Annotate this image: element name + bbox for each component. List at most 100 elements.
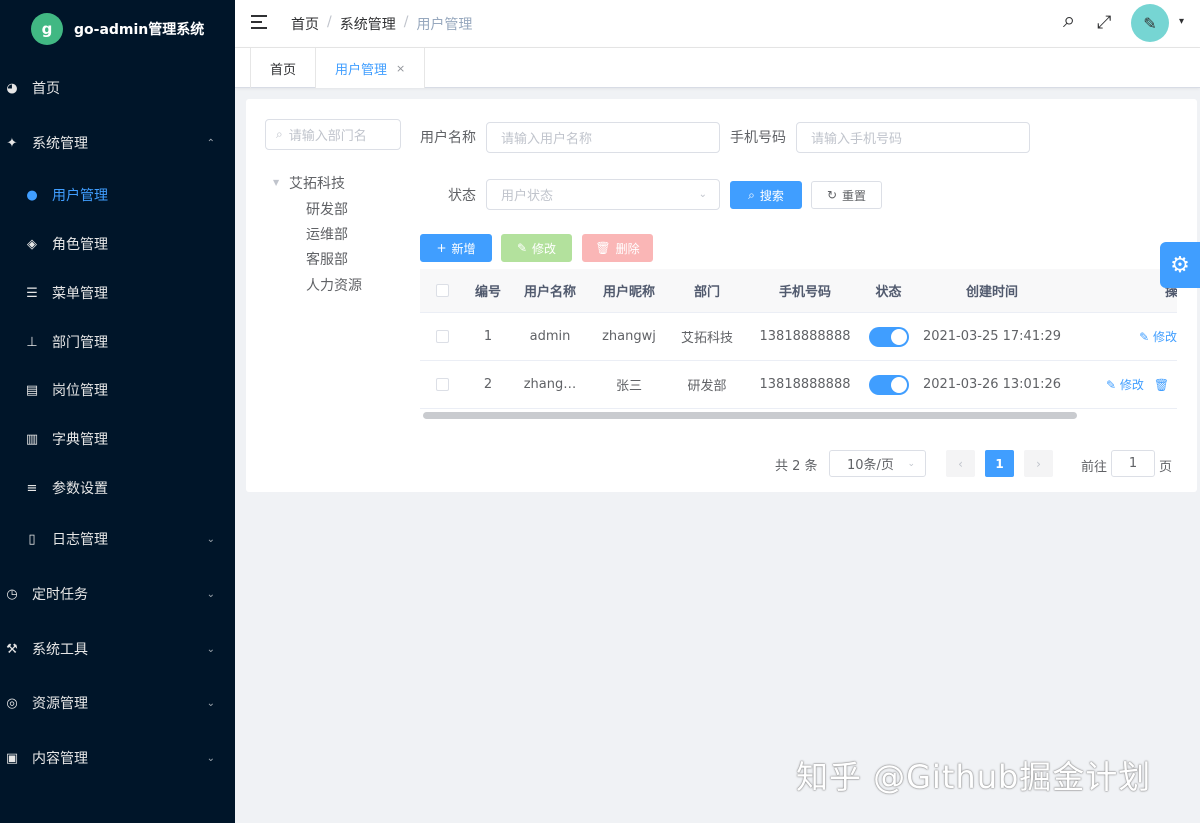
dept-search-placeholder: 请输入部门名 <box>288 129 367 144</box>
chevron-left-icon: ‹ <box>958 456 963 471</box>
sidebar-item-dictionary[interactable]: ▥ 字典管理 <box>0 427 235 451</box>
goto-page-input[interactable]: 1 <box>1111 450 1155 477</box>
table-row[interactable]: 2 zhang… 张三 研发部 13818888888 2021-03-26 1… <box>420 361 1177 409</box>
sidebar-item-roles[interactable]: ◈ 角色管理 <box>0 232 235 256</box>
sidebar-item-label: 内容管理 <box>32 751 88 767</box>
row-checkbox[interactable] <box>420 313 465 360</box>
cell-created: 2021-03-25 17:41:29 <box>922 329 1062 344</box>
post-icon: ▤ <box>25 382 39 398</box>
row-checkbox[interactable] <box>420 361 465 408</box>
search-icon: ⌕ <box>276 127 283 141</box>
status-select[interactable]: 用户状态 ⌄ <box>486 179 720 210</box>
close-icon[interactable]: × <box>396 62 405 75</box>
hamburger-icon[interactable] <box>251 14 269 30</box>
sidebar-item-label: 字典管理 <box>52 432 108 448</box>
log-icon: ▯ <box>28 531 36 547</box>
goto-label: 前往 <box>1081 460 1108 475</box>
sidebar-item-home[interactable]: ◕ 首页 <box>0 76 235 100</box>
sidebar-item-tools[interactable]: ⚒ 系统工具 ⌄ <box>0 637 235 661</box>
tree-node[interactable]: 客服部 <box>306 249 348 269</box>
sidebar-item-users[interactable]: ● 用户管理 <box>0 183 235 207</box>
tag-user-management[interactable]: 用户管理 × <box>316 48 425 88</box>
prev-page-button[interactable]: ‹ <box>946 450 975 477</box>
sidebar-item-logs[interactable]: ▯ 日志管理 ⌄ <box>0 527 235 551</box>
trash-icon: 🗑 <box>595 241 611 255</box>
sidebar-item-menus[interactable]: ☰ 菜单管理 <box>0 281 235 305</box>
search-button[interactable]: ⌕ 搜索 <box>730 181 802 209</box>
clock-icon: ◷ <box>6 586 18 602</box>
sidebar-item-params[interactable]: ≡ 参数设置 <box>0 476 235 500</box>
search-icon[interactable]: ⌕ <box>1063 8 1075 33</box>
cell-username: zhang… <box>523 377 577 392</box>
breadcrumb-system[interactable]: 系统管理 <box>340 14 396 34</box>
avatar[interactable]: ✎ <box>1131 4 1169 42</box>
add-button[interactable]: + 新增 <box>420 234 492 262</box>
breadcrumb-current: 用户管理 <box>416 17 473 33</box>
fullscreen-icon[interactable]: ⤢ <box>1097 12 1111 33</box>
edit-button[interactable]: ✎ 修改 <box>501 234 572 262</box>
goto-page-value: 1 <box>1128 456 1138 471</box>
page-number: 1 <box>995 456 1004 471</box>
system-icon: ✦ <box>6 135 18 151</box>
row-edit-label[interactable]: 修改 <box>1120 376 1144 393</box>
watermark: 知乎 @Github掘金计划 <box>796 758 1152 796</box>
next-page-button[interactable]: › <box>1024 450 1053 477</box>
breadcrumb: 首页 / 系统管理 / 用户管理 <box>291 14 472 34</box>
sidebar-item-label: 日志管理 <box>52 532 108 548</box>
sidebar-item-system[interactable]: ✦ 系统管理 ⌃ <box>0 131 235 155</box>
row-edit-link[interactable]: ✎ 修改 <box>1132 313 1177 360</box>
page-size-select[interactable]: 10条/页 ⌄ <box>829 450 926 477</box>
sidebar-item-posts[interactable]: ▤ 岗位管理 <box>0 378 235 402</box>
sidebar-item-content[interactable]: ▣ 内容管理 ⌄ <box>0 746 235 770</box>
username-label: 用户名称 <box>420 130 476 146</box>
tree-node-root[interactable]: 艾拓科技 <box>289 173 345 193</box>
tree-node[interactable]: 人力资源 <box>306 275 362 295</box>
sidebar-item-label: 定时任务 <box>32 587 88 603</box>
caret-down-icon[interactable]: ▼ <box>273 178 279 187</box>
tree-node[interactable]: 运维部 <box>306 224 348 244</box>
edit-icon[interactable]: ✎ <box>1106 378 1120 392</box>
refresh-icon: ↻ <box>826 188 838 202</box>
chevron-down-icon: ⌄ <box>698 189 707 200</box>
content-icon: ▣ <box>5 750 19 766</box>
edit-icon: ✎ <box>516 241 528 255</box>
tag-home[interactable]: 首页 <box>250 48 316 88</box>
sidebar-item-cron[interactable]: ◷ 定时任务 ⌄ <box>0 582 235 606</box>
page-button-1[interactable]: 1 <box>985 450 1014 477</box>
breadcrumb-separator: / <box>327 14 332 30</box>
dept-search-input[interactable]: ⌕ 请输入部门名 <box>265 119 401 150</box>
column-header: 创建时间 <box>965 285 1018 300</box>
sidebar-item-departments[interactable]: ⊥ 部门管理 <box>0 330 235 354</box>
status-switch[interactable] <box>865 361 912 408</box>
sidebar-item-label: 角色管理 <box>52 237 108 253</box>
page-unit-label: 页 <box>1159 460 1173 475</box>
trash-icon[interactable]: 🗑 <box>1154 378 1169 392</box>
phone-input[interactable]: 请输入手机号码 <box>796 122 1030 153</box>
sidebar-item-label: 系统工具 <box>32 642 88 658</box>
horizontal-scrollbar[interactable] <box>423 412 1077 419</box>
pagination-total: 共 2 条 <box>775 459 818 474</box>
cell-nickname: 张三 <box>615 379 642 394</box>
status-switch[interactable] <box>865 313 912 360</box>
row-actions: ✎ 修改 🗑 <box>1106 361 1177 408</box>
cell-phone: 13818888888 <box>759 329 851 344</box>
edit-icon: ✎ <box>1139 329 1153 344</box>
book-icon: ▥ <box>25 431 39 447</box>
chevron-up-icon: ⌃ <box>206 137 215 149</box>
delete-button[interactable]: 🗑 删除 <box>582 234 653 262</box>
breadcrumb-home[interactable]: 首页 <box>291 14 319 34</box>
tree-node[interactable]: 研发部 <box>306 199 348 219</box>
reset-button[interactable]: ↻ 重置 <box>811 181 882 209</box>
tools-icon: ⚒ <box>6 641 18 657</box>
caret-down-icon[interactable]: ▾ <box>1179 16 1184 27</box>
logo-icon: g <box>31 13 63 45</box>
table-row[interactable]: 1 admin zhangwj 艾拓科技 13818888888 2021-03… <box>420 313 1177 361</box>
logo[interactable]: g go-admin管理系统 <box>0 0 235 58</box>
sidebar-item-resources[interactable]: ◎ 资源管理 ⌄ <box>0 691 235 715</box>
reset-button-label: 重置 <box>842 188 867 203</box>
chevron-down-icon: ⌄ <box>907 458 915 469</box>
username-input[interactable]: 请输入用户名称 <box>486 122 720 153</box>
settings-button[interactable]: ⚙ <box>1160 242 1200 288</box>
select-all-checkbox[interactable] <box>420 269 465 312</box>
app-title: go-admin管理系统 <box>74 22 205 38</box>
